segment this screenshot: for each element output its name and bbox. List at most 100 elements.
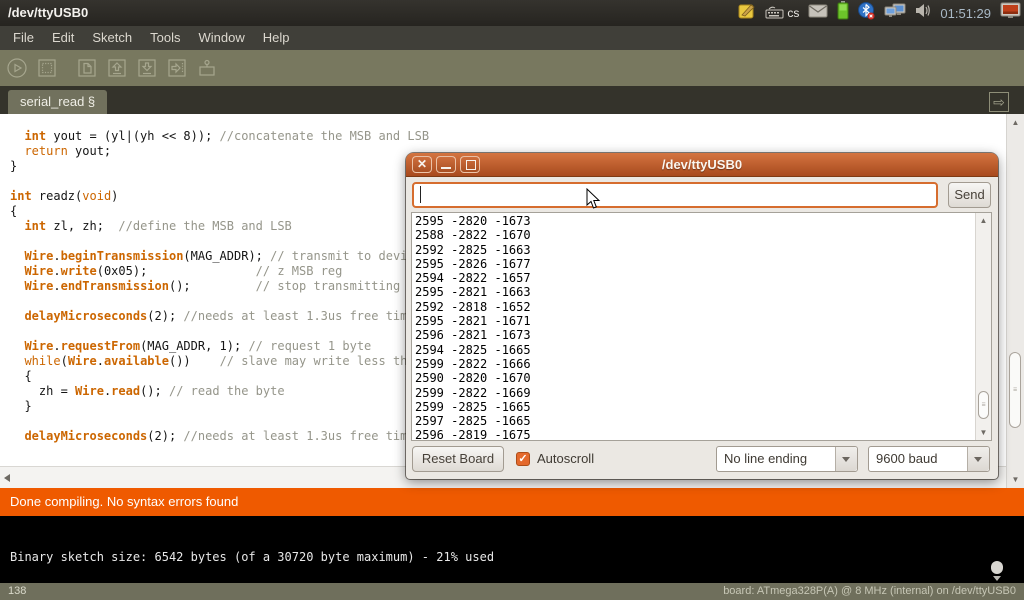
console-output: Binary sketch size: 6542 bytes (of a 307…	[0, 516, 1024, 583]
minimize-icon[interactable]	[436, 156, 456, 173]
upload-button[interactable]	[165, 56, 189, 80]
code-line: Wire.requestFrom(MAG_ADDR, 1); // reques…	[10, 339, 429, 354]
menu-item-help[interactable]: Help	[254, 26, 299, 50]
console-scroll-down-arrow-icon[interactable]	[993, 576, 1001, 581]
reset-board-button[interactable]: Reset Board	[412, 446, 504, 472]
keyboard-layout-icon[interactable]: cs	[765, 6, 799, 20]
clock[interactable]: 01:51:29	[940, 6, 991, 21]
autoscroll-label[interactable]: Autoscroll	[537, 446, 594, 472]
menu-item-sketch[interactable]: Sketch	[83, 26, 141, 50]
serial-line: 2594 -2822 -1657	[415, 271, 531, 285]
serial-monitor-button[interactable]	[195, 56, 219, 80]
serial-scrollbar-thumb[interactable]: ≡	[978, 391, 989, 419]
vscroll-down-arrow-icon[interactable]: ▼	[1007, 475, 1024, 484]
stop-button[interactable]	[35, 56, 59, 80]
system-tray: cs 01:51:29	[738, 0, 1021, 26]
dropdown-arrow-button[interactable]	[967, 447, 989, 471]
maximize-icon[interactable]	[460, 156, 480, 173]
code-line	[10, 174, 429, 189]
network-icon[interactable]	[884, 3, 906, 24]
serial-scrollbar[interactable]: ▲ ≡ ▼	[975, 213, 991, 440]
battery-icon[interactable]	[837, 1, 849, 25]
code-line	[10, 294, 429, 309]
tab-serial-read[interactable]: serial_read §	[8, 90, 107, 114]
footer-board-info: board: ATmega328P(A) @ 8 MHz (internal) …	[723, 583, 1016, 600]
panel-window-title: /dev/ttyUSB0	[8, 0, 88, 26]
menubar: FileEditSketchToolsWindowHelp	[0, 26, 1024, 50]
serial-scroll-down-arrow-icon[interactable]: ▼	[976, 428, 991, 437]
serial-output-area[interactable]: 2595 -2820 -16732588 -2822 -16702592 -28…	[411, 212, 992, 441]
code-line: int readz(void)	[10, 189, 429, 204]
compile-status-bar: Done compiling. No syntax errors found	[0, 488, 1024, 516]
serial-window-title: /dev/ttyUSB0	[406, 153, 998, 176]
menu-item-file[interactable]: File	[4, 26, 43, 50]
tab-menu-button[interactable]: ⇨	[989, 92, 1009, 112]
code-line: Wire.beginTransmission(MAG_ADDR); // tra…	[10, 249, 429, 264]
console-scrollbar-thumb[interactable]	[991, 561, 1003, 574]
serial-scroll-up-arrow-icon[interactable]: ▲	[976, 216, 991, 225]
code-line: }	[10, 159, 429, 174]
code-line: while(Wire.available()) // slave may wri…	[10, 354, 429, 369]
menu-item-edit[interactable]: Edit	[43, 26, 83, 50]
code-line: zh = Wire.read(); // read the byte	[10, 384, 429, 399]
compile-status-message: Done compiling. No syntax errors found	[10, 488, 238, 516]
code-line: {	[10, 204, 429, 219]
serial-line: 2594 -2825 -1665	[415, 343, 531, 357]
keyboard-layout-label[interactable]: cs	[787, 6, 799, 20]
code-line: delayMicroseconds(2); //needs at least 1…	[10, 309, 429, 324]
serial-monitor-window: /dev/ttyUSB0 ✕ Send 2595 -2820 -16732588…	[406, 153, 998, 479]
code-line: {	[10, 369, 429, 384]
serial-line: 2596 -2819 -1675	[415, 428, 531, 441]
new-button[interactable]	[75, 56, 99, 80]
menu-item-window[interactable]: Window	[189, 26, 253, 50]
autoscroll-checkbox[interactable]: ✓	[516, 452, 530, 466]
toolbar	[0, 50, 1024, 86]
menu-item-tools[interactable]: Tools	[141, 26, 189, 50]
mail-icon[interactable]	[808, 4, 828, 23]
code-line: int zl, zh; //define the MSB and LSB	[10, 219, 429, 234]
send-button[interactable]: Send	[948, 182, 991, 208]
baud-rate-value: 9600 baud	[876, 447, 937, 471]
open-button[interactable]	[105, 56, 129, 80]
serial-output-lines: 2595 -2820 -16732588 -2822 -16702592 -28…	[415, 214, 531, 441]
code-line: }	[10, 399, 429, 414]
serial-line: 2595 -2820 -1673	[415, 214, 531, 228]
code-line	[10, 414, 429, 429]
volume-icon[interactable]	[915, 3, 931, 23]
serial-line: 2599 -2825 -1665	[415, 400, 531, 414]
console-message: Binary sketch size: 6542 bytes (of a 307…	[10, 550, 494, 564]
vscroll-up-arrow-icon[interactable]: ▲	[1007, 118, 1024, 127]
serial-window-titlebar[interactable]: /dev/ttyUSB0 ✕	[406, 153, 998, 177]
serial-line: 2599 -2822 -1666	[415, 357, 531, 371]
serial-line: 2592 -2825 -1663	[415, 243, 531, 257]
serial-line: 2590 -2820 -1670	[415, 371, 531, 385]
code-line: int yout = (yl|(yh << 8)); //concatenate…	[10, 129, 429, 144]
code-lines: int yout = (yl|(yh << 8)); //concatenate…	[10, 129, 429, 444]
serial-line: 2595 -2826 -1677	[415, 257, 531, 271]
top-panel: /dev/ttyUSB0 cs 01:5	[0, 0, 1024, 26]
hscroll-left-arrow-icon[interactable]	[4, 474, 10, 482]
editor-vscrollbar[interactable]: ▲ ≡ ▼	[1006, 114, 1024, 488]
serial-send-input[interactable]	[412, 182, 938, 208]
code-line	[10, 324, 429, 339]
close-icon[interactable]: ✕	[412, 156, 432, 173]
verify-button[interactable]	[5, 56, 29, 80]
dropdown-arrow-button[interactable]	[835, 447, 857, 471]
serial-line: 2597 -2825 -1665	[415, 414, 531, 428]
session-icon[interactable]	[1000, 2, 1021, 24]
serial-line: 2599 -2822 -1669	[415, 386, 531, 400]
line-ending-dropdown[interactable]: No line ending	[716, 446, 858, 472]
vscroll-thumb[interactable]: ≡	[1009, 352, 1021, 428]
text-caret	[420, 186, 421, 203]
note-icon[interactable]	[738, 2, 756, 25]
bluetooth-icon[interactable]	[858, 1, 875, 25]
mouse-cursor	[586, 188, 601, 215]
code-line: Wire.endTransmission(); // stop transmit…	[10, 279, 429, 294]
serial-line: 2596 -2821 -1673	[415, 328, 531, 342]
chevron-down-icon	[842, 457, 850, 462]
chevron-down-icon	[974, 457, 982, 462]
baud-rate-dropdown[interactable]: 9600 baud	[868, 446, 990, 472]
serial-line: 2592 -2818 -1652	[415, 300, 531, 314]
serial-line: 2595 -2821 -1663	[415, 285, 531, 299]
save-button[interactable]	[135, 56, 159, 80]
